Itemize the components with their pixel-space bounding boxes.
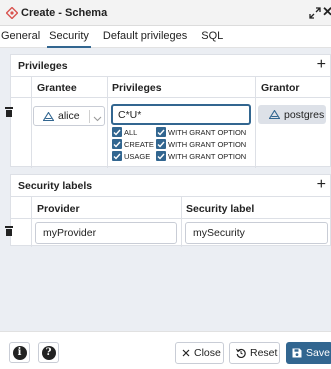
help-icon: ?: [41, 345, 56, 360]
dialog-title: Create - Schema: [21, 6, 108, 19]
tab-bar: General Security Default privileges SQL: [0, 26, 331, 48]
save-button[interactable]: Save: [286, 342, 331, 364]
grantor-column-header: Grantor: [261, 82, 300, 94]
provider-input[interactable]: myProvider: [35, 222, 177, 244]
checkbox-checked-icon[interactable]: [112, 139, 122, 149]
checkbox-checked-icon[interactable]: [112, 151, 122, 161]
user-icon: [43, 111, 54, 121]
privilege-option-label: CREATE: [124, 139, 154, 149]
privileges-input[interactable]: C*U*: [111, 104, 251, 125]
grantor-field: postgres: [258, 105, 326, 124]
privilege-option-usage[interactable]: USAGE: [112, 151, 150, 161]
checkbox-checked-icon[interactable]: [156, 151, 166, 161]
user-icon: [269, 110, 280, 119]
save-disk-icon: [292, 348, 302, 358]
privileges-section-header: Privileges +: [10, 54, 331, 76]
privilege-option-all-grant[interactable]: WITH GRANT OPTION: [156, 127, 246, 137]
provider-column-header: Provider: [37, 203, 80, 215]
privilege-option-label: USAGE: [124, 151, 151, 161]
security-labels-section-title: Security labels: [18, 179, 93, 192]
grantee-column-header: Grantee: [37, 82, 77, 94]
chevron-down-icon[interactable]: [93, 113, 102, 125]
select-separator: [89, 110, 90, 123]
delete-privilege-icon[interactable]: [5, 107, 13, 117]
tab-security[interactable]: Security: [47, 30, 91, 48]
schema-diamond-icon: [6, 6, 18, 19]
close-button[interactable]: Close: [175, 342, 224, 364]
delete-security-label-icon[interactable]: [5, 226, 13, 236]
privilege-option-label: WITH GRANT OPTION: [168, 139, 247, 149]
info-button[interactable]: i: [9, 342, 30, 363]
privilege-option-create-grant[interactable]: WITH GRANT OPTION: [156, 139, 246, 149]
checkbox-checked-icon[interactable]: [156, 127, 166, 137]
close-x-icon: [182, 349, 190, 357]
privilege-option-create[interactable]: CREATE: [112, 139, 154, 149]
grantee-value: alice: [58, 110, 80, 122]
grantee-select[interactable]: alice: [33, 106, 105, 126]
add-security-label-button[interactable]: +: [317, 177, 326, 193]
reset-button[interactable]: Reset: [229, 342, 280, 364]
expand-icon[interactable]: [309, 7, 321, 19]
reset-icon: [236, 348, 246, 358]
help-button[interactable]: ?: [38, 342, 59, 363]
privilege-option-all[interactable]: ALL: [112, 127, 137, 137]
close-icon[interactable]: ✕: [322, 4, 331, 20]
dialog-titlebar: Create - Schema ✕: [0, 0, 331, 26]
add-privilege-button[interactable]: +: [317, 57, 326, 73]
privileges-section-title: Privileges: [18, 59, 68, 72]
privilege-option-label: WITH GRANT OPTION: [168, 127, 247, 137]
dialog-footer: i ? Close Reset Save: [0, 331, 331, 369]
privileges-column-header: Privileges: [112, 82, 162, 94]
privilege-option-usage-grant[interactable]: WITH GRANT OPTION: [156, 151, 246, 161]
grantor-value: postgres: [284, 108, 325, 121]
security-label-column-header: Security label: [186, 203, 255, 215]
tab-general[interactable]: General: [1, 30, 40, 47]
tab-sql[interactable]: SQL: [201, 30, 223, 47]
close-button-label: Close: [194, 347, 221, 359]
privilege-option-label: ALL: [124, 127, 138, 137]
privilege-option-label: WITH GRANT OPTION: [168, 151, 247, 161]
security-labels-section-header: Security labels +: [10, 174, 331, 196]
tab-default-privileges[interactable]: Default privileges: [103, 30, 187, 47]
checkbox-checked-icon[interactable]: [112, 127, 122, 137]
reset-button-label: Reset: [250, 347, 278, 359]
save-button-label: Save: [306, 347, 330, 359]
security-label-input[interactable]: mySecurity: [185, 222, 328, 244]
checkbox-checked-icon[interactable]: [156, 139, 166, 149]
info-icon: i: [12, 345, 27, 360]
